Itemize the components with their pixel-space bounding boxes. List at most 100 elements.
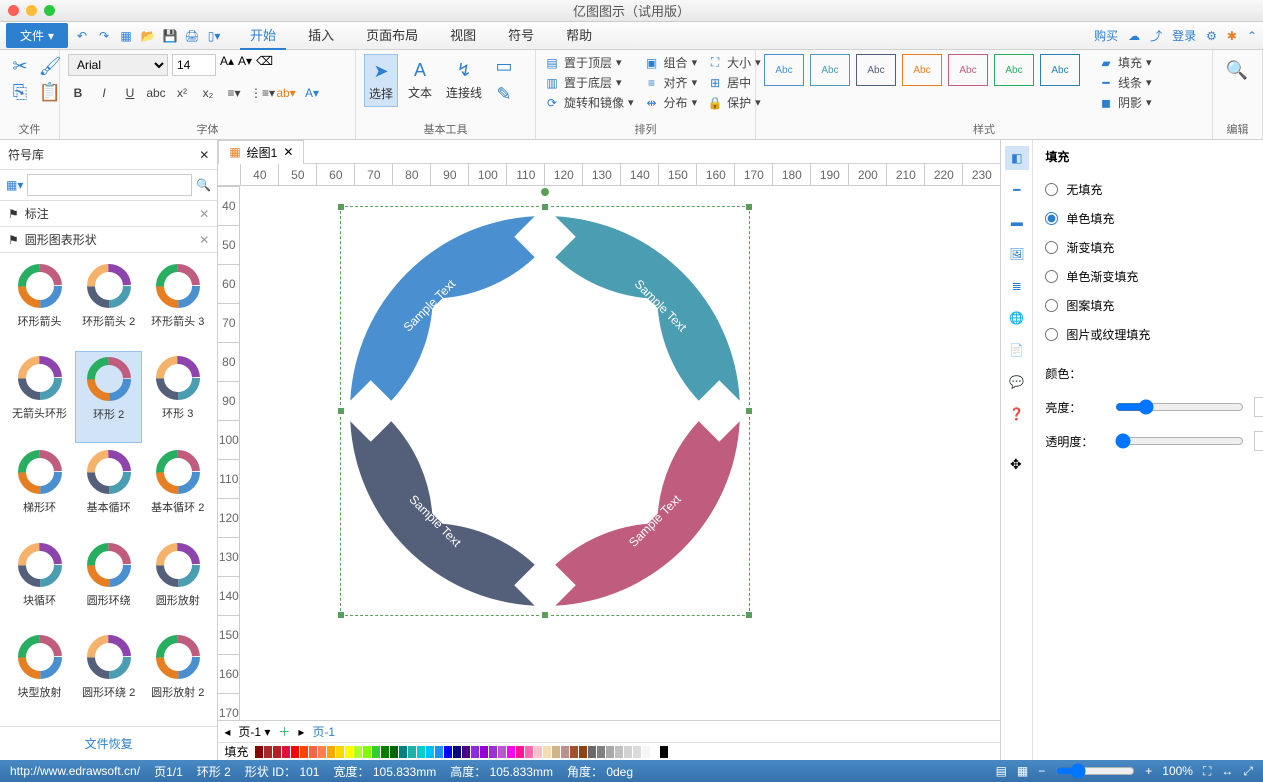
protect-button[interactable]: 🔒保护▾ [707,94,761,111]
shape-item[interactable]: 环形箭头 [6,259,73,349]
color-swatch[interactable] [435,746,443,758]
fill-option[interactable]: 单色渐变填充 [1045,262,1263,291]
color-swatch[interactable] [507,746,515,758]
fill-option[interactable]: 渐变填充 [1045,233,1263,262]
align-button[interactable]: ≡对齐▾ [644,74,698,91]
fill-radio[interactable] [1045,328,1058,341]
fill-option[interactable]: 图片或纹理填充 [1045,320,1263,349]
color-swatch[interactable] [588,746,596,758]
color-swatch[interactable] [336,746,344,758]
distribute-button[interactable]: ⇹分布▾ [644,94,698,111]
color-swatch[interactable] [489,746,497,758]
connector-tool[interactable]: ↯连接线 [442,54,486,105]
font-size-input[interactable] [172,54,216,76]
resize-handle-br[interactable] [745,611,753,619]
search-input[interactable] [27,174,192,196]
tab-symbol[interactable]: 符号 [498,21,544,50]
shape-item[interactable]: 基本循环 2 [144,445,211,535]
settings-icon[interactable]: ⚙ [1206,29,1217,43]
fill-radio[interactable] [1045,270,1058,283]
view-mode-icon[interactable]: ▤ [996,764,1007,778]
shape-item[interactable]: 块型放射 [6,630,73,720]
find-button[interactable]: 🔍 [1221,54,1253,86]
color-swatch[interactable] [498,746,506,758]
color-swatch[interactable] [570,746,578,758]
font-color-icon[interactable]: A▾ [302,86,322,100]
layer-tab-icon[interactable]: 📄 [1005,338,1029,362]
close-section-icon[interactable]: ✕ [199,207,209,221]
paste-icon[interactable]: 📋 [38,80,62,104]
highlight-icon[interactable]: ab▾ [276,86,296,100]
color-swatch[interactable] [345,746,353,758]
color-swatch[interactable] [318,746,326,758]
zoom-value[interactable]: 100% [1162,764,1193,778]
color-swatch[interactable] [651,746,659,758]
zoom-window[interactable] [44,5,55,16]
center-button[interactable]: ⊞居中 [707,74,761,91]
resize-handle-tl[interactable] [337,203,345,211]
cloud-icon[interactable]: ☁ [1128,29,1140,43]
select-tool[interactable]: ➤选择 [364,54,398,107]
link-tab-icon[interactable]: 🌐 [1005,306,1029,330]
style-preset-2[interactable]: Abc [810,54,850,86]
shape-item[interactable]: 圆形环绕 [75,538,142,628]
font-name-select[interactable]: Arial [68,54,168,76]
color-swatch[interactable] [561,746,569,758]
bold-button[interactable]: B [68,86,88,100]
subscript-button[interactable]: x₂ [198,86,218,100]
group-button[interactable]: ▣组合▾ [644,54,698,71]
color-swatch[interactable] [597,746,605,758]
tab-layout[interactable]: 页面布局 [356,21,428,50]
superscript-button[interactable]: x² [172,86,192,100]
style-preset-3[interactable]: Abc [856,54,896,86]
color-swatch[interactable] [264,746,272,758]
color-swatch[interactable] [543,746,551,758]
bring-front-button[interactable]: ▤置于顶层▾ [544,54,634,71]
fill-tab-icon[interactable]: ◧ [1005,146,1029,170]
color-swatch[interactable] [354,746,362,758]
fill-option[interactable]: 图案填充 [1045,291,1263,320]
fill-option[interactable]: 无填充 [1045,175,1263,204]
rotate-button[interactable]: ⟳旋转和镜像▾ [544,94,634,111]
redo-icon[interactable]: ↷ [96,28,112,44]
rotate-handle[interactable] [540,187,550,197]
view-mode-icon-2[interactable]: ▦ [1017,764,1028,778]
color-swatch[interactable] [444,746,452,758]
fill-option[interactable]: 单色填充 [1045,204,1263,233]
size-button[interactable]: ⛶大小▾ [707,54,761,71]
fit-width-icon[interactable]: ↔ [1221,764,1233,778]
line-tab-icon[interactable]: ━ [1005,178,1029,202]
shape-item[interactable]: 基本循环 [75,445,142,535]
section-callouts[interactable]: ⚑ 标注 ✕ [0,201,217,227]
print-icon[interactable]: 🖨 [184,28,200,44]
close-sidebar-icon[interactable]: ✕ [199,148,209,162]
format-painter-icon[interactable]: 🖌 [38,54,62,78]
resize-handle-tm[interactable] [541,203,549,211]
library-icon[interactable]: ▦▾ [6,178,23,192]
section-circular[interactable]: ⚑ 圆形图表形状 ✕ [0,227,217,253]
underline-button[interactable]: U [120,86,140,100]
text-tool[interactable]: A文本 [404,54,436,105]
color-swatch[interactable] [516,746,524,758]
color-swatch[interactable] [390,746,398,758]
color-swatch[interactable] [633,746,641,758]
color-swatch[interactable] [309,746,317,758]
resize-handle-mr[interactable] [745,407,753,415]
style-preset-6[interactable]: Abc [994,54,1034,86]
shape-item[interactable]: 圆形环绕 2 [75,630,142,720]
shape-item[interactable]: 环形箭头 2 [75,259,142,349]
undo-icon[interactable]: ↶ [74,28,90,44]
page-tab[interactable]: 页-1 [312,723,335,740]
color-swatch[interactable] [255,746,263,758]
color-swatch[interactable] [480,746,488,758]
shapes-icon[interactable]: ▭ [492,54,516,78]
style-preset-5[interactable]: Abc [948,54,988,86]
shape-item[interactable]: 环形 2 [75,351,142,443]
bullets-icon[interactable]: ⋮≡▾ [250,86,270,100]
color-swatch[interactable] [408,746,416,758]
italic-button[interactable]: I [94,86,114,100]
color-swatch[interactable] [525,746,533,758]
prev-page-icon[interactable]: ◂ [224,725,230,739]
tab-view[interactable]: 视图 [440,21,486,50]
file-recover-link[interactable]: 文件恢复 [0,726,217,760]
